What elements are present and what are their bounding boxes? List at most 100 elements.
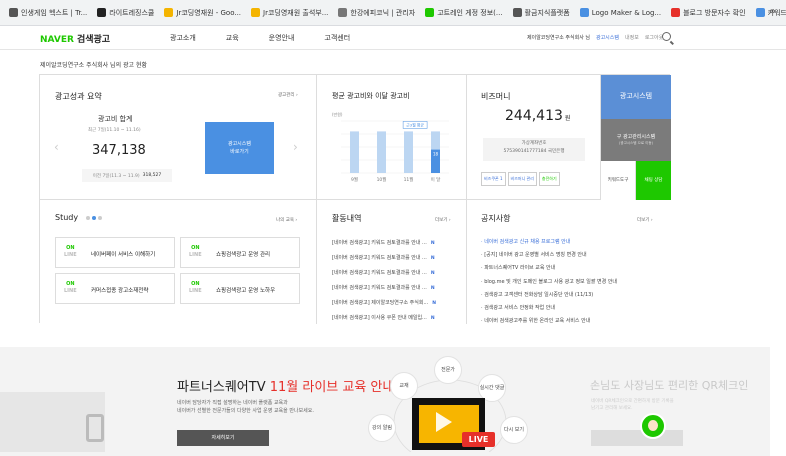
banner-title: 파트너스퀘어TV 11월 라이브 교육 안내 [177,376,394,395]
notice-item[interactable]: · [공지] 네이버 광고 운영별 서비스 명칭 변경 안내 [481,249,617,262]
study-card[interactable]: ON LINE 커머스접종 광고소재전략 [55,273,175,304]
shortcut-line2: 바로가기 [230,149,249,155]
bookmark-item[interactable]: 활금지식플랫폼 [508,8,575,18]
chat-consult-button[interactable]: 채팅 상담 [636,161,671,200]
play-icon[interactable] [436,412,452,432]
activity-item-text: [네이버 검색광고] 이사용 쿠폰 안내 메일입... [332,315,427,321]
notice-item[interactable]: · blog.me 및 개인 도메인 블로그 사용 광고 정보 일괄 변경 안내 [481,276,617,289]
badge-bottom: LINE [189,251,202,258]
activity-more-link[interactable]: 더보기 › [435,217,451,223]
notice-item[interactable]: · 파트너스퀘어TV 라이브 교육 안내 [481,262,617,275]
bookmark-item[interactable]: 블로그 방문자수 확인 [666,8,750,18]
total-label: 광고비 합계 [98,115,133,123]
dot[interactable] [98,216,102,220]
my-education-link[interactable]: 나의 교육 › [276,217,297,223]
notice-item[interactable]: · 검색광고 고객센터 전화상담 일시중단 안내 (11/13) [481,289,617,302]
bizmoney-manage-button[interactable]: 비즈머니 관리 [507,172,537,186]
next-arrow-icon[interactable]: › [293,140,298,154]
bookmark-label: Logo Maker & Log... [591,8,662,17]
circle-expert: 전문가 [434,356,462,384]
summary-title: 광고성과 요약 [55,92,102,101]
prev-period-box: 이전 7일(11.3 ~ 11.9) 318,527 [82,169,172,182]
legacy-system-label: 구 광고관리시스템 [616,134,656,141]
shortcut-line1: 광고시스템 [227,141,251,147]
account-label: 가상계좌번호 [521,141,547,146]
activity-item[interactable]: [네이버 검색광고] 이사용 쿠폰 안내 메일입... N [332,311,436,326]
banner-desc-1: 네이버 담당자가 직접 설명하는 네이버 플랫폼 교육과 [177,400,288,406]
prev-arrow-icon[interactable]: ‹ [54,140,59,154]
badge-bottom: LINE [189,287,202,294]
dot-active[interactable] [92,216,96,220]
side-panel: 광고시스템 구 광고관리시스템 (광고시스템 으로 이동) 키워드도구 채팅 상… [601,75,671,200]
study-card[interactable]: ON LINE 쇼핑검색광고 운영 관리 [180,237,300,268]
activity-item[interactable]: [네이버 검색광고] 키워드 검토결과를 안내 ... N [332,281,436,296]
bookmark-label: Jr코딩영재원 - Goo... [176,8,242,17]
study-card[interactable]: ON LINE 네이버페이 서비스 이해하기 [55,237,175,268]
bookmark-label: 활금지식플랫폼 [524,8,570,17]
avg-cost-title: 평균 광고비와 이달 광고비 [332,92,410,100]
menu-operation[interactable]: 운영안내 [269,33,295,43]
bar-average [377,131,386,173]
search-icon[interactable] [662,32,671,41]
menu-ad-intro[interactable]: 광고소개 [170,33,196,43]
main-menu: 광고소개 교육 운영안내 고객센터 [170,33,350,43]
study-card[interactable]: ON LINE 쇼핑검색광고 운영 노하우 [180,273,300,304]
banner-desc: 네이버 담당자가 직접 설명하는 네이버 플랫폼 교육과 네이버가 선별한 전문… [177,399,314,415]
ad-system-shortcut-button[interactable]: 광고시스템 바로가기 [205,122,274,174]
account-number: 575390141777184 국민은행 [503,149,565,155]
naver-logo[interactable]: NAVER 검색광고 [40,32,110,45]
bookmark-item[interactable]: 한강에피코닉 | 관리자 [333,8,420,18]
avg-cost-panel: 평균 광고비와 이달 광고비 (만원) 9월 10월 11월 이 달 근3월 평균 18 [317,75,467,200]
banner-title-a: 파트너스퀘어TV [177,380,270,395]
my-info-link[interactable]: 내정보 [625,34,639,41]
bookmark-item[interactable]: 키워드마스터 [751,8,786,18]
notice-item-text: blog.me 및 개인 도메인 블로그 사용 광고 정보 일괄 변경 안내 [484,278,618,285]
bizmoney-unit: 원 [564,115,571,122]
ad-manage-link[interactable]: 광고관리 › [278,92,298,98]
bookmark-item[interactable]: 인생게임 헥스트 | Tr... [4,8,92,18]
biz-coupon-button[interactable]: 비즈쿠폰 1 [481,172,506,186]
circle-textbook: 교재 [390,372,418,400]
notice-item[interactable]: · 네이버 검색광고주를 위한 온라인 교육 서비스 안내 [481,315,617,328]
more-bookmarks-icon[interactable]: » [770,6,776,17]
bookmark-label: 인생게임 헥스트 | Tr... [21,8,88,17]
live-badge: LIVE [462,432,495,447]
dot[interactable] [86,216,90,220]
activity-item[interactable]: [네이버 검색광고] 키워드 검토결과를 안내 ... N [332,251,436,266]
activity-item[interactable]: [네이버 검색광고] 키워드 검토결과를 안내 ... N [332,266,436,281]
qr-banner-button[interactable] [591,430,683,446]
logout-link[interactable]: 로그아웃 [645,34,663,41]
bizmoney-amount: 244,413 [505,108,563,124]
bookmark-item[interactable]: 라이트레징스쿨 [92,8,159,18]
activity-item[interactable]: [네이버 검색광고] 제이알코딩연구소 주식회... N [332,296,436,311]
banner-detail-button[interactable]: 자세히보기 [177,430,269,446]
charge-button[interactable]: 충전하기 [538,172,560,186]
notice-more-link[interactable]: 더보기 › [637,217,653,223]
bizmoney-panel: 비즈머니 244,413 원 가상계좌번호 575390141777184 국민은… [467,75,601,200]
notice-item[interactable]: · 검색광고 서비스 안정화 작업 안내 [481,302,617,315]
keyword-tool-button[interactable]: 키워드도구 [601,161,636,200]
chat-avatar-icon[interactable] [640,413,666,439]
bookmark-item[interactable]: Jr코딩영재원 출석부... [246,8,333,18]
user-menu: 제이알코딩연구소 주식회사 님 광고시스템 내정보 로그아웃 [527,34,663,41]
activity-item-text: [네이버 검색광고] 키워드 검토결과를 안내 ... [332,255,427,261]
avg-cost-chart: 9월 10월 11월 이 달 근3월 평균 18 [341,120,449,183]
avg-label: 근3월 평균 [406,122,424,127]
bookmark-item[interactable]: 고트레인 게정 정보(... [420,8,507,18]
bookmark-item[interactable]: Logo Maker & Log... [575,8,666,17]
menu-support[interactable]: 고객센터 [324,33,350,43]
new-badge: N [430,286,435,291]
activity-panel: 활동내역 더보기 › [네이버 검색광고] 키워드 검토결과를 안내 ... N[… [317,200,467,324]
notice-item[interactable]: · 네이버 검색광고 신규 채용 프로그램 안내 [481,236,617,249]
activity-title: 활동내역 [332,214,362,223]
bookmark-item[interactable]: Jr코딩영재원 - Goo... [159,8,246,18]
activity-item[interactable]: [네이버 검색광고] 키워드 검토결과를 안내 ... N [332,236,436,251]
menu-education[interactable]: 교육 [226,33,239,43]
notice-item-text: [공지] 네이버 광고 운영별 서비스 명칭 변경 안내 [484,252,587,259]
ad-system-side-button[interactable]: 광고시스템 [601,75,671,119]
period-text: 최근 7일(11.10 ~ 11.16) [88,128,141,133]
bookmark-label: 한강에피코닉 | 관리자 [350,8,416,17]
legacy-system-button[interactable]: 구 광고관리시스템 (광고시스템 으로 이동) [601,119,671,161]
online-badge: ON LINE [189,245,202,258]
ad-system-link[interactable]: 광고시스템 [596,34,619,41]
